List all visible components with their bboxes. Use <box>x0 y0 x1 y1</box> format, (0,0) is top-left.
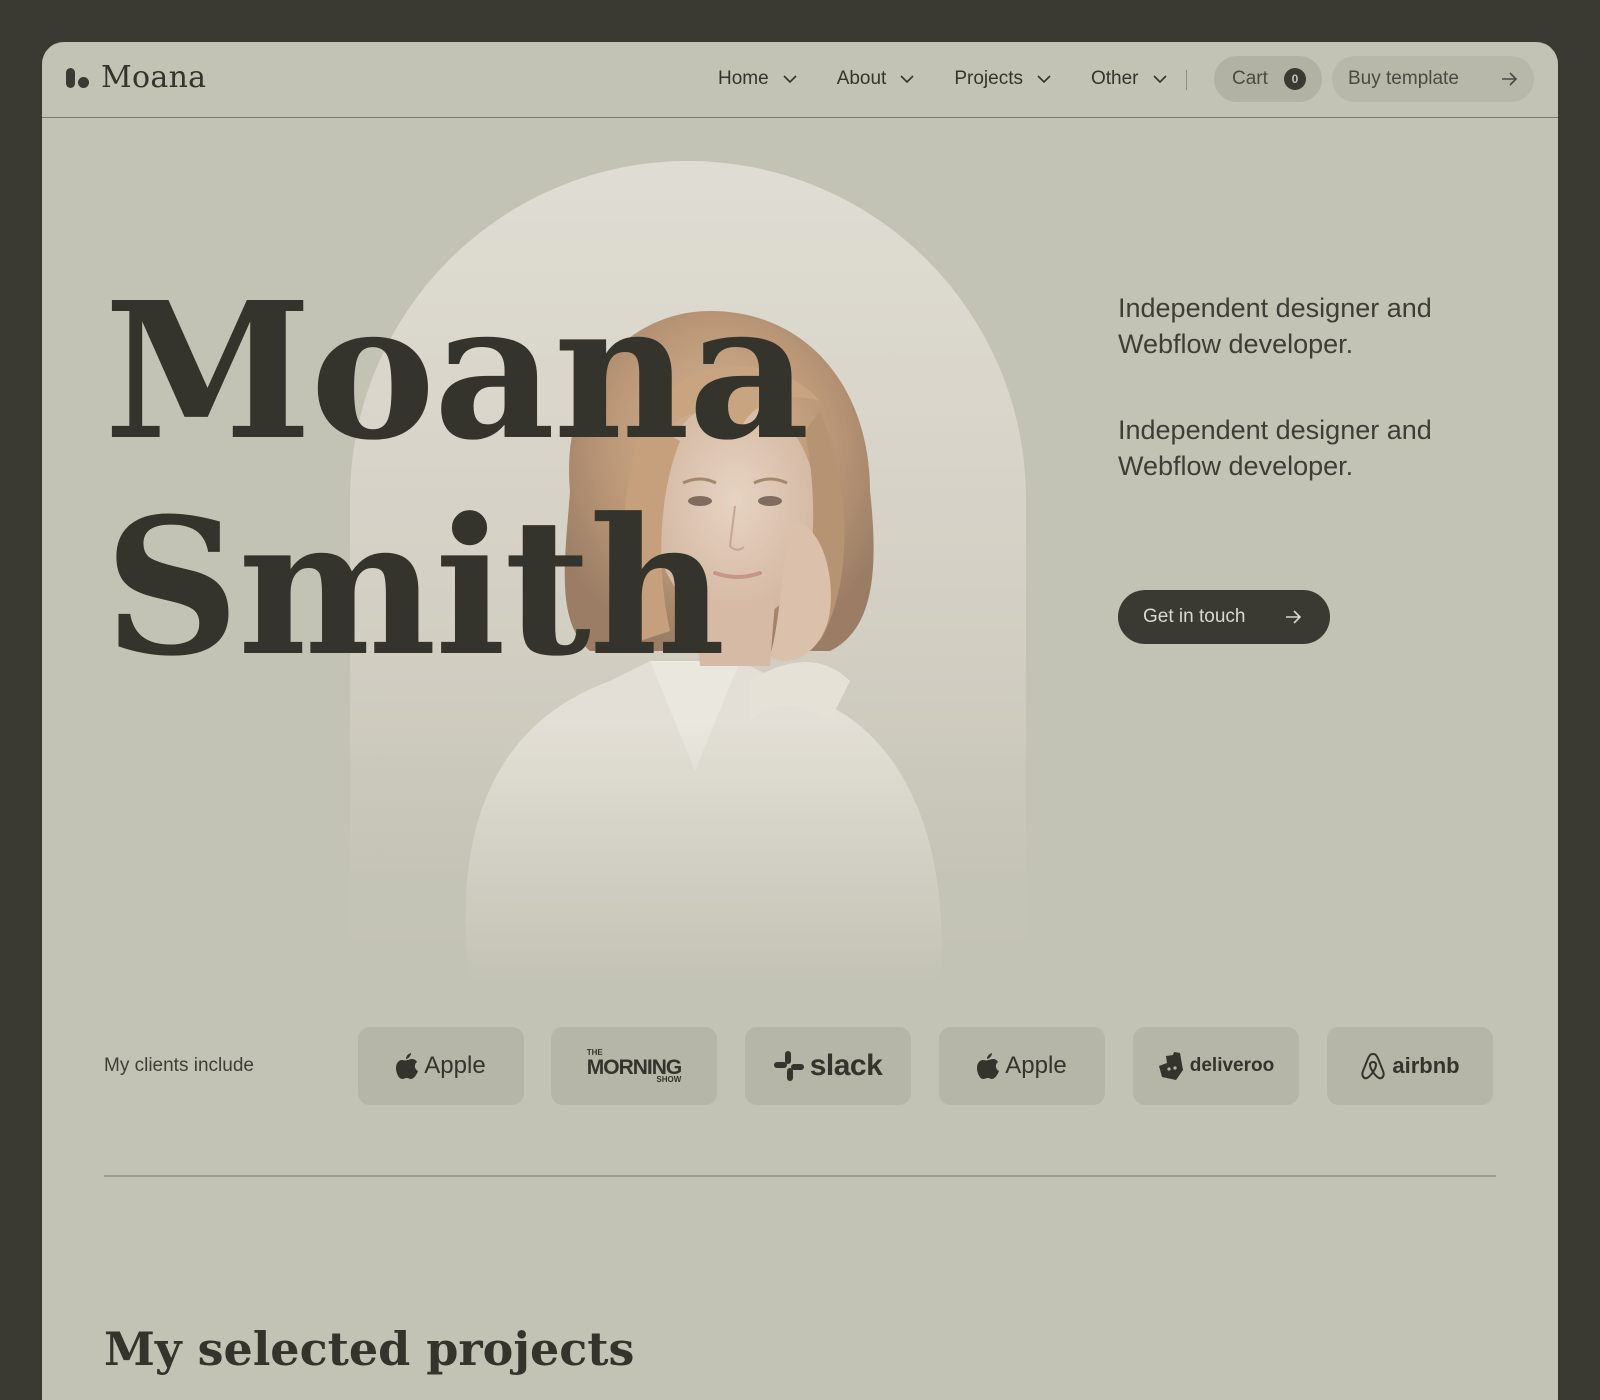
nav-item-label: Projects <box>954 68 1023 89</box>
nav-item-home[interactable]: Home <box>718 68 801 90</box>
client-logo-slack: slack <box>745 1027 911 1105</box>
section-divider <box>104 1175 1496 1177</box>
chevron-down-icon <box>783 75 797 84</box>
slack-logo-icon <box>773 1051 804 1081</box>
apple-logo-icon <box>396 1053 419 1079</box>
client-logo-text: Apple <box>424 1052 486 1079</box>
nav-item-label: Home <box>718 68 769 89</box>
client-logo-apple: Apple <box>358 1027 524 1105</box>
cart-button[interactable]: Cart 0 <box>1214 56 1322 102</box>
hero-tagline-2: Independent designer and Webflow develop… <box>1118 415 1432 481</box>
nav-item-label: Other <box>1090 68 1139 89</box>
client-logo-airbnb: airbnb <box>1327 1027 1493 1105</box>
brand-name: Moana <box>101 60 207 95</box>
client-logo-text: Apple <box>1005 1052 1067 1079</box>
deliveroo-logo-icon <box>1158 1052 1183 1080</box>
client-logo-text: deliveroo <box>1189 1055 1275 1076</box>
cart-label: Cart <box>1232 68 1268 89</box>
nav-item-about[interactable]: About <box>837 68 919 90</box>
hero-first-name: Moana <box>104 261 810 482</box>
buy-template-label: Buy template <box>1348 68 1459 89</box>
nav-item-projects[interactable]: Projects <box>954 68 1055 90</box>
projects-section-title: My selected projects <box>104 1322 635 1376</box>
brand-logo[interactable]: Moana <box>66 60 206 95</box>
morning-show-logo: THE MORNING SHOW <box>586 1047 682 1084</box>
get-in-touch-label: Get in touch <box>1143 606 1246 627</box>
buy-template-button[interactable]: Buy template <box>1332 56 1534 102</box>
top-navbar: Moana Home About Projects Other Cart 0 B… <box>42 42 1558 118</box>
nav-item-other[interactable]: Other <box>1091 68 1171 90</box>
arrow-right-icon <box>1286 610 1302 624</box>
client-logo-deliveroo: deliveroo <box>1133 1027 1299 1105</box>
nav-separator <box>1186 70 1187 90</box>
chevron-down-icon <box>900 75 914 84</box>
clients-label: My clients include <box>104 1055 254 1076</box>
hero-tagline-1: Independent designer and Webflow develop… <box>1118 293 1432 359</box>
client-logo-text: slack <box>809 1049 883 1082</box>
client-logo-apple-2: Apple <box>939 1027 1105 1105</box>
get-in-touch-button[interactable]: Get in touch <box>1118 590 1330 644</box>
main-menu: Home About Projects Other <box>718 68 1207 90</box>
client-logo-text: airbnb <box>1392 1053 1460 1078</box>
chevron-down-icon <box>1152 75 1167 84</box>
chevron-down-icon <box>1037 75 1051 84</box>
cart-count-badge: 0 <box>1283 68 1306 90</box>
nav-item-label: About <box>836 68 887 89</box>
client-logo-morning-show: THE MORNING SHOW <box>551 1027 717 1105</box>
apple-logo-icon <box>977 1053 1000 1079</box>
arrow-right-icon <box>1502 72 1518 86</box>
hero-last-name: Smith <box>104 477 726 698</box>
browser-frame: Moana Home About Projects Other Cart 0 B… <box>42 42 1558 1400</box>
airbnb-logo-icon <box>1361 1052 1386 1080</box>
brand-mark-icon <box>66 67 89 88</box>
